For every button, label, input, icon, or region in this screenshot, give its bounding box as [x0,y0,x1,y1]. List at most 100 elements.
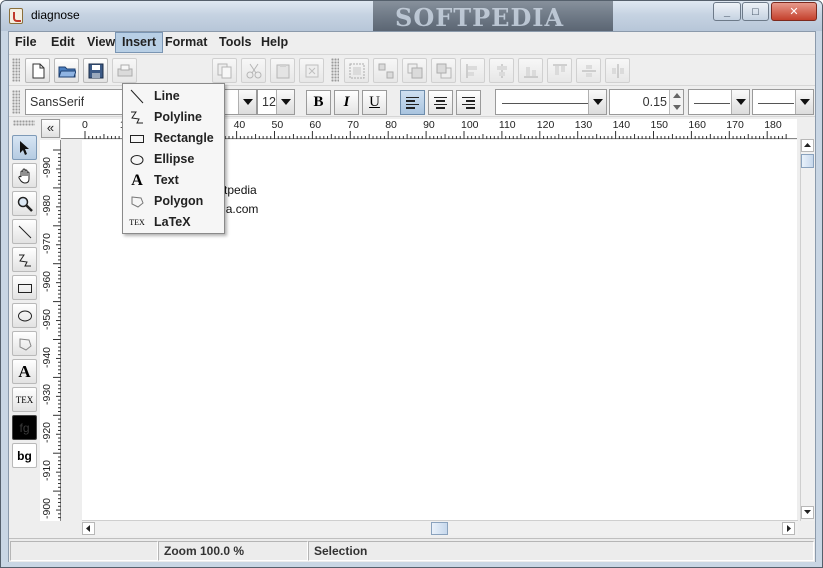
arrow-end-select[interactable] [752,89,814,115]
save-disk-icon [88,63,103,78]
chevron-down-icon[interactable] [795,90,813,114]
select-tool[interactable] [12,135,37,160]
scroll-down-icon[interactable] [801,506,814,519]
vertical-ruler: -990 -980 -970 -960 -950 -940 -930 -920 -910 -900 [40,140,61,521]
align-bottom-objects-button[interactable] [518,58,543,83]
ellipse-tool[interactable] [12,303,37,328]
ruler-label: 150 [650,119,669,131]
zoom-tool[interactable] [12,191,37,216]
menu-item-latex[interactable]: TEX LaTeX [124,212,224,233]
bring-front-icon [407,63,422,78]
ruler-label: -980 [41,194,53,216]
pan-tool[interactable] [12,163,37,188]
menu-item-line[interactable]: Line [124,86,224,107]
new-document-button[interactable] [25,58,50,83]
menu-edit[interactable]: Edit [45,32,81,53]
menu-item-ellipse[interactable]: Ellipse [124,149,224,170]
print-button[interactable] [112,58,137,83]
status-message [10,541,158,561]
ruler-label: -900 [41,498,53,520]
text-align-center-button[interactable] [428,90,453,115]
horizontal-scrollbar[interactable] [82,520,798,536]
distribute-vertical-button[interactable] [576,58,601,83]
ungroup-icon [378,63,393,78]
scroll-up-icon[interactable] [801,139,814,152]
collapse-palette-button[interactable]: « [41,119,60,138]
distribute-horizontal-button[interactable] [605,58,630,83]
font-size-select[interactable]: 12 [257,89,295,115]
bold-button[interactable]: B [306,90,331,115]
chevron-down-icon[interactable] [238,90,256,114]
vertical-scroll-thumb[interactable] [801,154,814,168]
chevron-down-icon[interactable] [731,90,749,114]
menu-item-polygon[interactable]: Polygon [124,191,224,212]
line-icon [18,225,31,238]
menu-item-polyline[interactable]: Polyline [124,107,224,128]
toolbar-grip[interactable] [331,58,339,82]
insert-dropdown-menu: Line Polyline Rectangle Ellipse A Text Po… [122,83,225,234]
toolbar-grip[interactable] [12,58,20,82]
menu-item-rectangle[interactable]: Rectangle [124,128,224,149]
polygon-tool[interactable] [12,331,37,356]
polyline-tool[interactable] [12,247,37,272]
cut-button[interactable] [241,58,266,83]
title-bar[interactable]: SOFTPEDIA diagnose _ □ ✕ [1,1,822,32]
align-left-objects-button[interactable] [460,58,485,83]
menu-item-text[interactable]: A Text [124,170,224,191]
ruler-label: 120 [536,119,555,131]
send-back-button[interactable] [431,58,456,83]
menu-tools[interactable]: Tools [213,32,257,53]
maximize-button[interactable]: □ [742,2,769,21]
spinner-up-icon[interactable] [669,90,683,102]
rectangle-icon [17,283,32,293]
latex-tool[interactable]: TEX [12,387,37,412]
line-width-spinner[interactable]: 0.15 [609,89,684,115]
foreground-color-button[interactable]: fg [12,415,37,440]
scroll-left-icon[interactable] [82,522,95,535]
scroll-right-icon[interactable] [782,522,795,535]
toolbar-grip[interactable] [13,120,35,126]
close-button[interactable]: ✕ [771,2,817,21]
menu-format[interactable]: Format [159,32,213,53]
spinner-down-icon[interactable] [669,102,683,114]
client-area: File Edit View Insert Format Tools Help [8,31,816,562]
text-align-right-button[interactable] [456,90,481,115]
line-style-select[interactable] [495,89,607,115]
status-bar: Zoom 100.0 % Selection [9,538,815,562]
ellipse-icon [17,310,32,321]
text-align-left-button[interactable] [400,90,425,115]
arrow-start-select[interactable] [688,89,750,115]
bring-front-button[interactable] [402,58,427,83]
text-tool[interactable]: A [12,359,37,384]
java-app-icon[interactable] [9,8,23,24]
ungroup-button[interactable] [373,58,398,83]
horizontal-scroll-thumb[interactable] [431,522,448,535]
paste-button[interactable] [270,58,295,83]
line-icon [129,89,145,104]
polygon-icon [19,337,32,351]
menu-file[interactable]: File [9,32,43,53]
application-window: SOFTPEDIA diagnose _ □ ✕ File Edit View … [0,0,823,568]
vertical-scrollbar[interactable] [800,139,815,521]
group-button[interactable] [344,58,369,83]
toolbar-grip[interactable] [12,90,20,114]
italic-button[interactable]: I [334,90,359,115]
underline-button[interactable]: U [362,90,387,115]
align-top-objects-button[interactable] [547,58,572,83]
background-color-button[interactable]: bg [12,443,37,468]
chevron-down-icon[interactable] [588,90,606,114]
chevron-down-icon[interactable] [276,90,294,114]
paste-icon [276,63,289,78]
save-button[interactable] [83,58,108,83]
menu-help[interactable]: Help [255,32,294,53]
copy-button[interactable] [212,58,237,83]
delete-button[interactable] [299,58,324,83]
align-center-text-icon [434,95,447,111]
minimize-button[interactable]: _ [713,2,741,21]
align-center-objects-button[interactable] [489,58,514,83]
ruler-label: -930 [41,384,53,406]
menu-insert[interactable]: Insert [115,32,164,53]
open-button[interactable] [54,58,79,83]
line-tool[interactable] [12,219,37,244]
rectangle-tool[interactable] [12,275,37,300]
